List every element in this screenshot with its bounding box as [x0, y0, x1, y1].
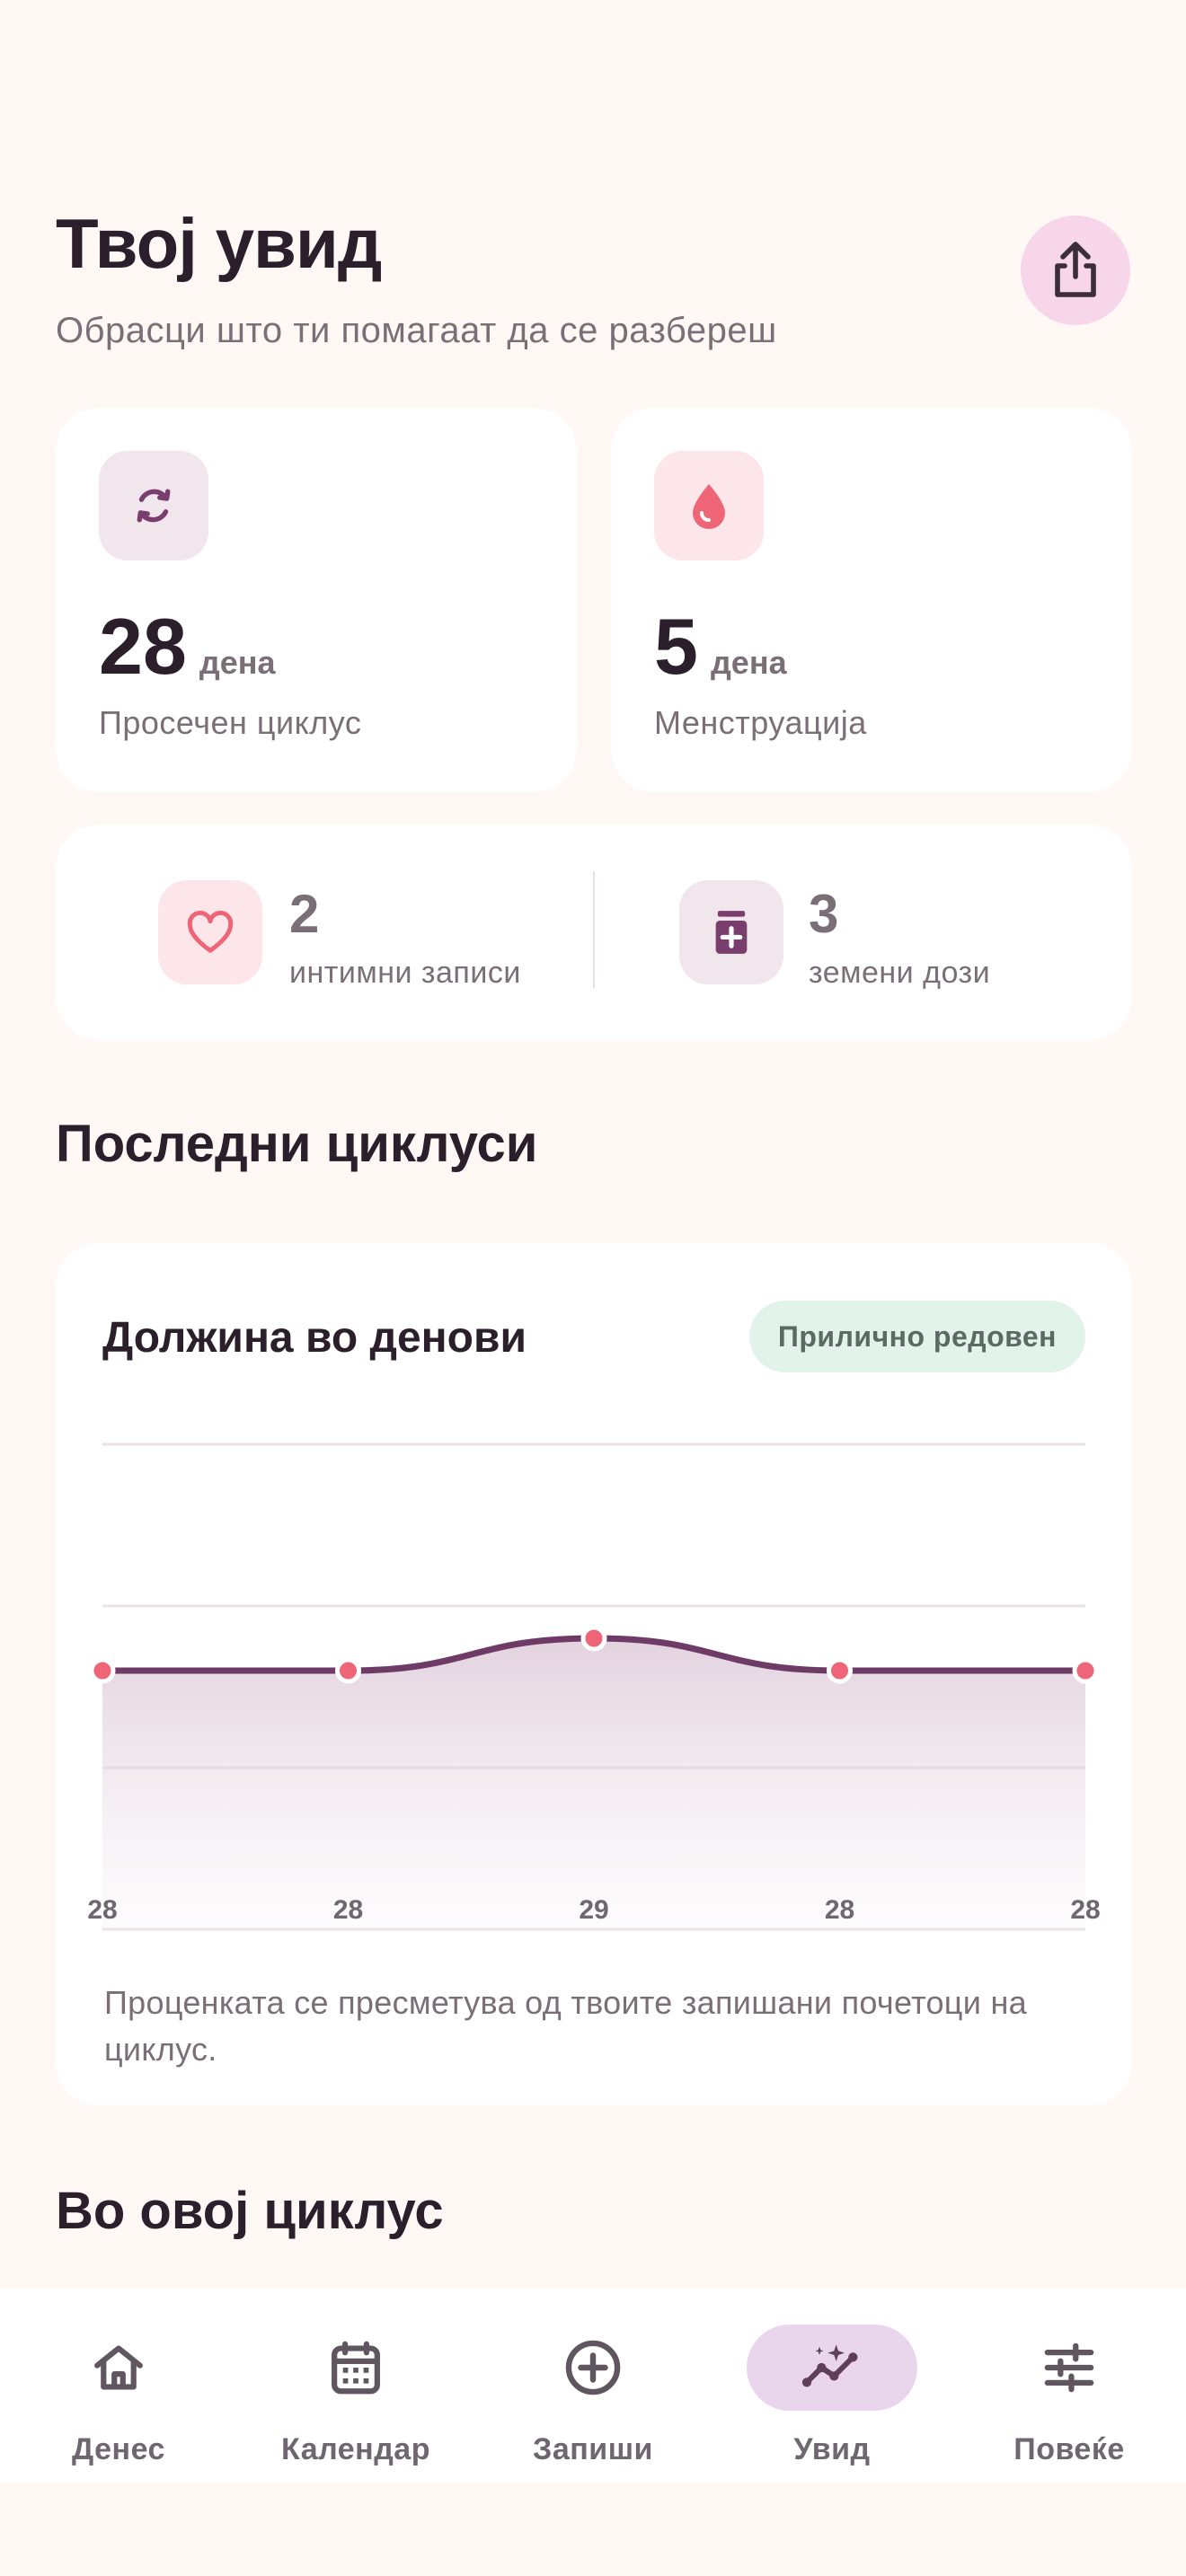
page-subtitle: Обрасци што ти помагаат да се разбереш [56, 311, 777, 350]
period-length-card: 5 дена Менструација [611, 408, 1132, 792]
average-cycle-unit: дена [199, 644, 276, 681]
share-icon [1055, 242, 1096, 297]
chart-tick-label: 28 [825, 1895, 854, 1925]
home-icon [94, 2345, 143, 2390]
cycle-length-chart: 28 28 29 28 28 [87, 1442, 1101, 1931]
intimate-label: интимни записи [289, 956, 521, 990]
cycle-length-chart-card: Должина во денови Прилично редовен 28 28 2… [56, 1243, 1132, 2105]
header: Твој увид Обрасци што ти помагаат да се … [56, 208, 1130, 370]
average-cycle-value: 28 [99, 602, 187, 691]
chart-point [1072, 1657, 1099, 1684]
tab-log-label: Запиши [533, 2432, 653, 2466]
chart-tick-label: 29 [579, 1895, 608, 1925]
intimate-count: 2 [289, 884, 320, 944]
tab-more-label: Повеќе [1013, 2432, 1125, 2466]
page-title: Твој увид [56, 204, 382, 283]
average-cycle-label: Просечен циклус [99, 704, 362, 741]
cycle-icon [99, 451, 208, 560]
tab-bar: Денес Календар Запиши Увид Повеќе [0, 2289, 1186, 2483]
sliders-icon [1044, 2342, 1094, 2393]
period-length-label: Менструација [654, 704, 867, 741]
share-button[interactable] [1021, 216, 1130, 325]
period-length-value: 5 [654, 602, 698, 691]
tab-insights[interactable]: Увид [724, 2325, 940, 2468]
recent-cycles-title: Последни циклуси [56, 1115, 538, 1173]
divider [593, 871, 595, 988]
dose-count: 3 [809, 884, 839, 944]
chart-tick-label: 28 [87, 1895, 117, 1925]
this-cycle-title: Во овој циклус [56, 2182, 444, 2240]
tab-more[interactable]: Повеќе [961, 2325, 1177, 2468]
tab-calendar[interactable]: Календар [248, 2325, 464, 2468]
average-cycle-card: 28 дена Просечен циклус [56, 408, 577, 792]
chart-tick-label: 28 [1070, 1895, 1100, 1925]
drop-icon [654, 451, 764, 560]
tab-today[interactable]: Денес [11, 2325, 226, 2468]
chart-point [827, 1657, 853, 1684]
chart-point [580, 1625, 607, 1652]
plus-circle-icon [565, 2340, 621, 2395]
chart-point [335, 1657, 361, 1684]
chart-note: Проценката се пресметува од твоите запиш… [104, 1984, 1027, 2068]
tab-log[interactable]: Запиши [485, 2325, 701, 2468]
tab-calendar-label: Календар [281, 2432, 430, 2466]
chart-area [102, 1638, 1085, 1929]
chart-point [89, 1657, 116, 1684]
insights-icon [801, 2344, 858, 2387]
activity-summary-card: 2 интимни записи 3 земени дози [56, 825, 1132, 1040]
period-length-unit: дена [710, 644, 787, 681]
tab-insights-label: Увид [793, 2432, 871, 2466]
heart-icon [158, 880, 262, 984]
dose-label: земени дози [809, 956, 991, 990]
pill-icon [679, 880, 783, 984]
tab-today-label: Денес [72, 2432, 165, 2466]
calendar-icon [332, 2341, 380, 2395]
chart-tick-label: 28 [333, 1895, 363, 1925]
